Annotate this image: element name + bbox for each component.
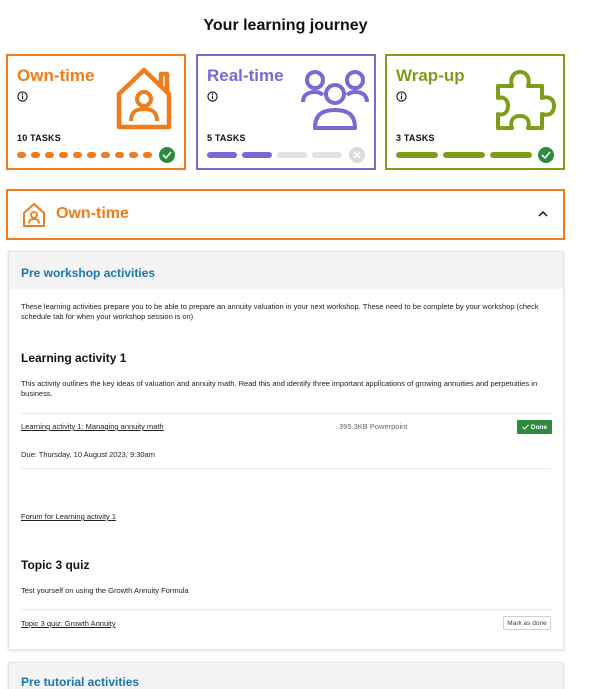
chevron-up-icon[interactable] bbox=[537, 209, 549, 219]
info-icon[interactable] bbox=[207, 91, 218, 102]
own-time-section-header[interactable]: Own-time bbox=[6, 189, 565, 240]
quiz-title: Topic 3 quiz bbox=[21, 558, 90, 572]
done-button[interactable]: Done bbox=[517, 420, 552, 434]
activity-title: Learning activity 1 bbox=[21, 351, 127, 365]
section-title: Own-time bbox=[56, 205, 129, 222]
people-group-icon bbox=[301, 70, 369, 130]
pre-workshop-panel: Pre workshop activities These learning a… bbox=[8, 251, 564, 650]
card-title: Wrap-up bbox=[396, 66, 465, 85]
task-count: 3 TASKS bbox=[396, 133, 435, 143]
done-label: Done bbox=[530, 423, 548, 431]
card-title: Own-time bbox=[17, 66, 95, 85]
quiz-description: Test yourself on using the Growth Annuit… bbox=[21, 586, 189, 595]
resource-link[interactable]: Learning activity 1: Managing annuity ma… bbox=[21, 422, 164, 431]
card-own-time[interactable]: Own-time 10 TASKS bbox=[6, 54, 186, 170]
intro-text: These learning activities prepare you to… bbox=[21, 302, 539, 321]
progress-tracker bbox=[207, 147, 365, 163]
activity-description: This activity outlines the key ideas of … bbox=[21, 379, 538, 398]
panel-heading: Pre workshop activities bbox=[21, 266, 156, 280]
forum-link[interactable]: Forum for Learning activity 1 bbox=[21, 512, 116, 521]
task-count: 10 TASKS bbox=[17, 133, 61, 143]
card-wrap-up[interactable]: Wrap-up 3 TASKS bbox=[385, 54, 565, 170]
task-count: 5 TASKS bbox=[207, 133, 246, 143]
check-icon bbox=[522, 424, 529, 430]
due-date: Due: Thursday, 10 August 2023, 9:30am bbox=[21, 450, 155, 459]
divider bbox=[21, 609, 551, 610]
mark-as-done-button[interactable]: Mark as done bbox=[503, 616, 551, 630]
divider bbox=[21, 468, 551, 469]
card-title: Real-time bbox=[207, 66, 284, 85]
puzzle-piece-icon bbox=[496, 70, 556, 130]
info-icon[interactable] bbox=[396, 91, 407, 102]
progress-tracker bbox=[17, 147, 175, 163]
progress-tracker bbox=[396, 147, 554, 163]
panel-header[interactable]: Pre tutorial activities bbox=[9, 663, 563, 689]
house-person-icon bbox=[116, 67, 172, 130]
divider bbox=[21, 413, 551, 414]
card-real-time[interactable]: Real-time 5 TASKS bbox=[196, 54, 376, 170]
panel-heading: Pre tutorial activities bbox=[21, 675, 140, 689]
resource-meta: 395.3KB Powerpoint bbox=[339, 422, 408, 431]
panel-header: Pre workshop activities bbox=[9, 252, 563, 289]
page-title: Your learning journey bbox=[203, 17, 368, 34]
house-person-icon bbox=[23, 203, 45, 227]
pre-tutorial-panel: Pre tutorial activities bbox=[8, 662, 564, 689]
quiz-link[interactable]: Topic 3 quiz: Growth Annuity bbox=[21, 619, 116, 628]
info-icon[interactable] bbox=[17, 91, 28, 102]
